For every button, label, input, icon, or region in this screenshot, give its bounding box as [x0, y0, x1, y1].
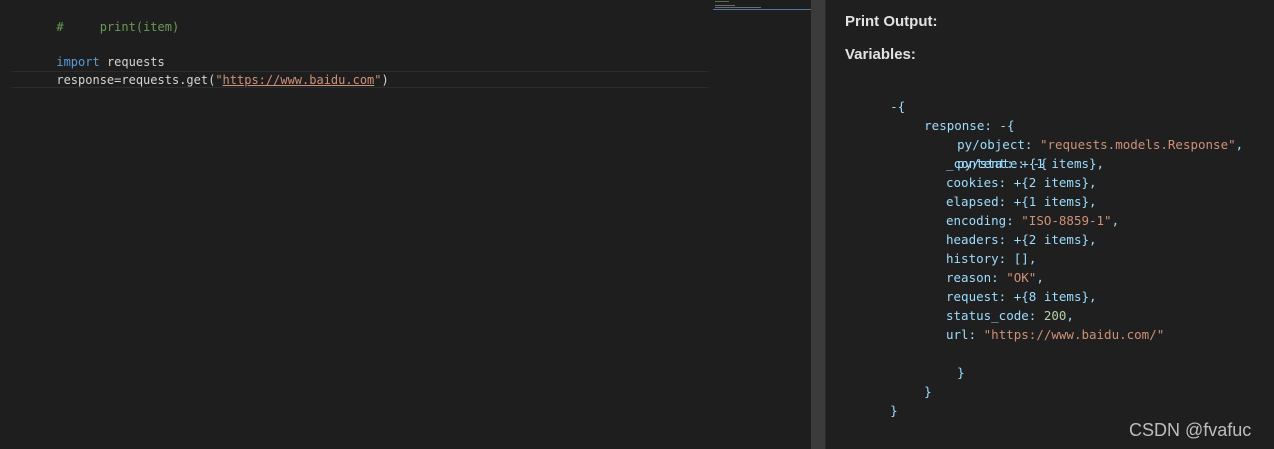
minimap-line	[715, 1, 729, 2]
watermark: CSDN @fvafuc	[1129, 420, 1252, 440]
tree-key: cookies:	[946, 175, 1007, 190]
tree-node-item[interactable]: request: +{8 items},	[946, 287, 1097, 306]
tree-key: request:	[946, 289, 1007, 304]
tree-close-root: }	[890, 403, 898, 418]
expand-toggle[interactable]: +{2 items}	[1014, 232, 1089, 247]
tree-node-item: reason: "OK",	[946, 270, 1044, 285]
tree-node-item[interactable]: cookies: +{2 items},	[946, 173, 1097, 192]
tree-close-py-state: }	[957, 365, 965, 380]
tree-value: "https://www.baidu.com/"	[983, 327, 1165, 342]
minimap-line	[715, 7, 761, 8]
tree-root-toggle[interactable]: -{	[845, 78, 905, 114]
print-output-heading: Print Output:	[845, 13, 938, 30]
tree-value: "ISO-8859-1"	[1021, 213, 1112, 228]
comment-text: print(item)	[99, 20, 180, 34]
code-editor[interactable]: # print(item) import requests response=r…	[0, 0, 811, 449]
minimap-line	[715, 5, 735, 6]
tree-key: encoding:	[946, 213, 1014, 228]
output-panel: Print Output: Variables: -{ response: -{…	[826, 0, 1274, 449]
tree-node-item[interactable]: _content: +{1 items},	[946, 154, 1104, 173]
tree-node-item: status_code: 200,	[946, 308, 1074, 323]
tree-close-response: }	[924, 384, 932, 399]
tree-node-item: url: "https://www.baidu.com/"	[946, 325, 1164, 344]
tree-value: []	[1013, 251, 1029, 266]
code-line-1[interactable]: # print(item)	[13, 0, 179, 34]
minimap[interactable]	[713, 0, 811, 12]
current-line-highlight[interactable]	[12, 71, 708, 88]
expand-toggle[interactable]: +{2 items}	[1014, 175, 1089, 190]
expand-toggle[interactable]: +{1 items}	[1021, 156, 1096, 171]
tree-key: elapsed:	[946, 194, 1007, 209]
comment-marker: #	[56, 20, 64, 34]
tree-value: "requests.models.Response"	[1039, 137, 1236, 152]
tree-key: _content:	[946, 156, 1014, 171]
tree-node-py-state: py/state: -{	[912, 135, 1047, 171]
app-window: # print(item) import requests response=r…	[0, 0, 1274, 449]
tree-value: 200	[1043, 308, 1067, 323]
tree-value: "OK"	[1006, 270, 1037, 285]
code-line-4[interactable]: response=requests.get("https://www.baidu…	[13, 53, 388, 87]
tree-node-item[interactable]: headers: +{2 items},	[946, 230, 1097, 249]
tree-key: headers:	[946, 232, 1007, 247]
tree-node-item[interactable]: elapsed: +{1 items},	[946, 192, 1097, 211]
tree-key: status_code:	[946, 308, 1037, 323]
tree-key: url:	[946, 327, 977, 342]
code-line-3[interactable]: import requests	[13, 35, 164, 69]
tree-node-item: encoding: "ISO-8859-1",	[946, 213, 1120, 228]
editor-scrollbar[interactable]	[811, 0, 825, 449]
variables-heading: Variables:	[845, 46, 916, 63]
expand-toggle[interactable]: +{1 items}	[1014, 194, 1089, 209]
tree-node-py-object: py/object: "requests.models.Response",	[957, 137, 1244, 152]
expand-toggle[interactable]: +{8 items}	[1014, 289, 1089, 304]
tree-node-response: response: -{	[879, 97, 1014, 133]
minimap-slider[interactable]	[713, 9, 811, 10]
tree-key: history:	[946, 251, 1007, 266]
tree-node-item: history: [],	[946, 251, 1037, 266]
tree-key: reason:	[946, 270, 999, 285]
